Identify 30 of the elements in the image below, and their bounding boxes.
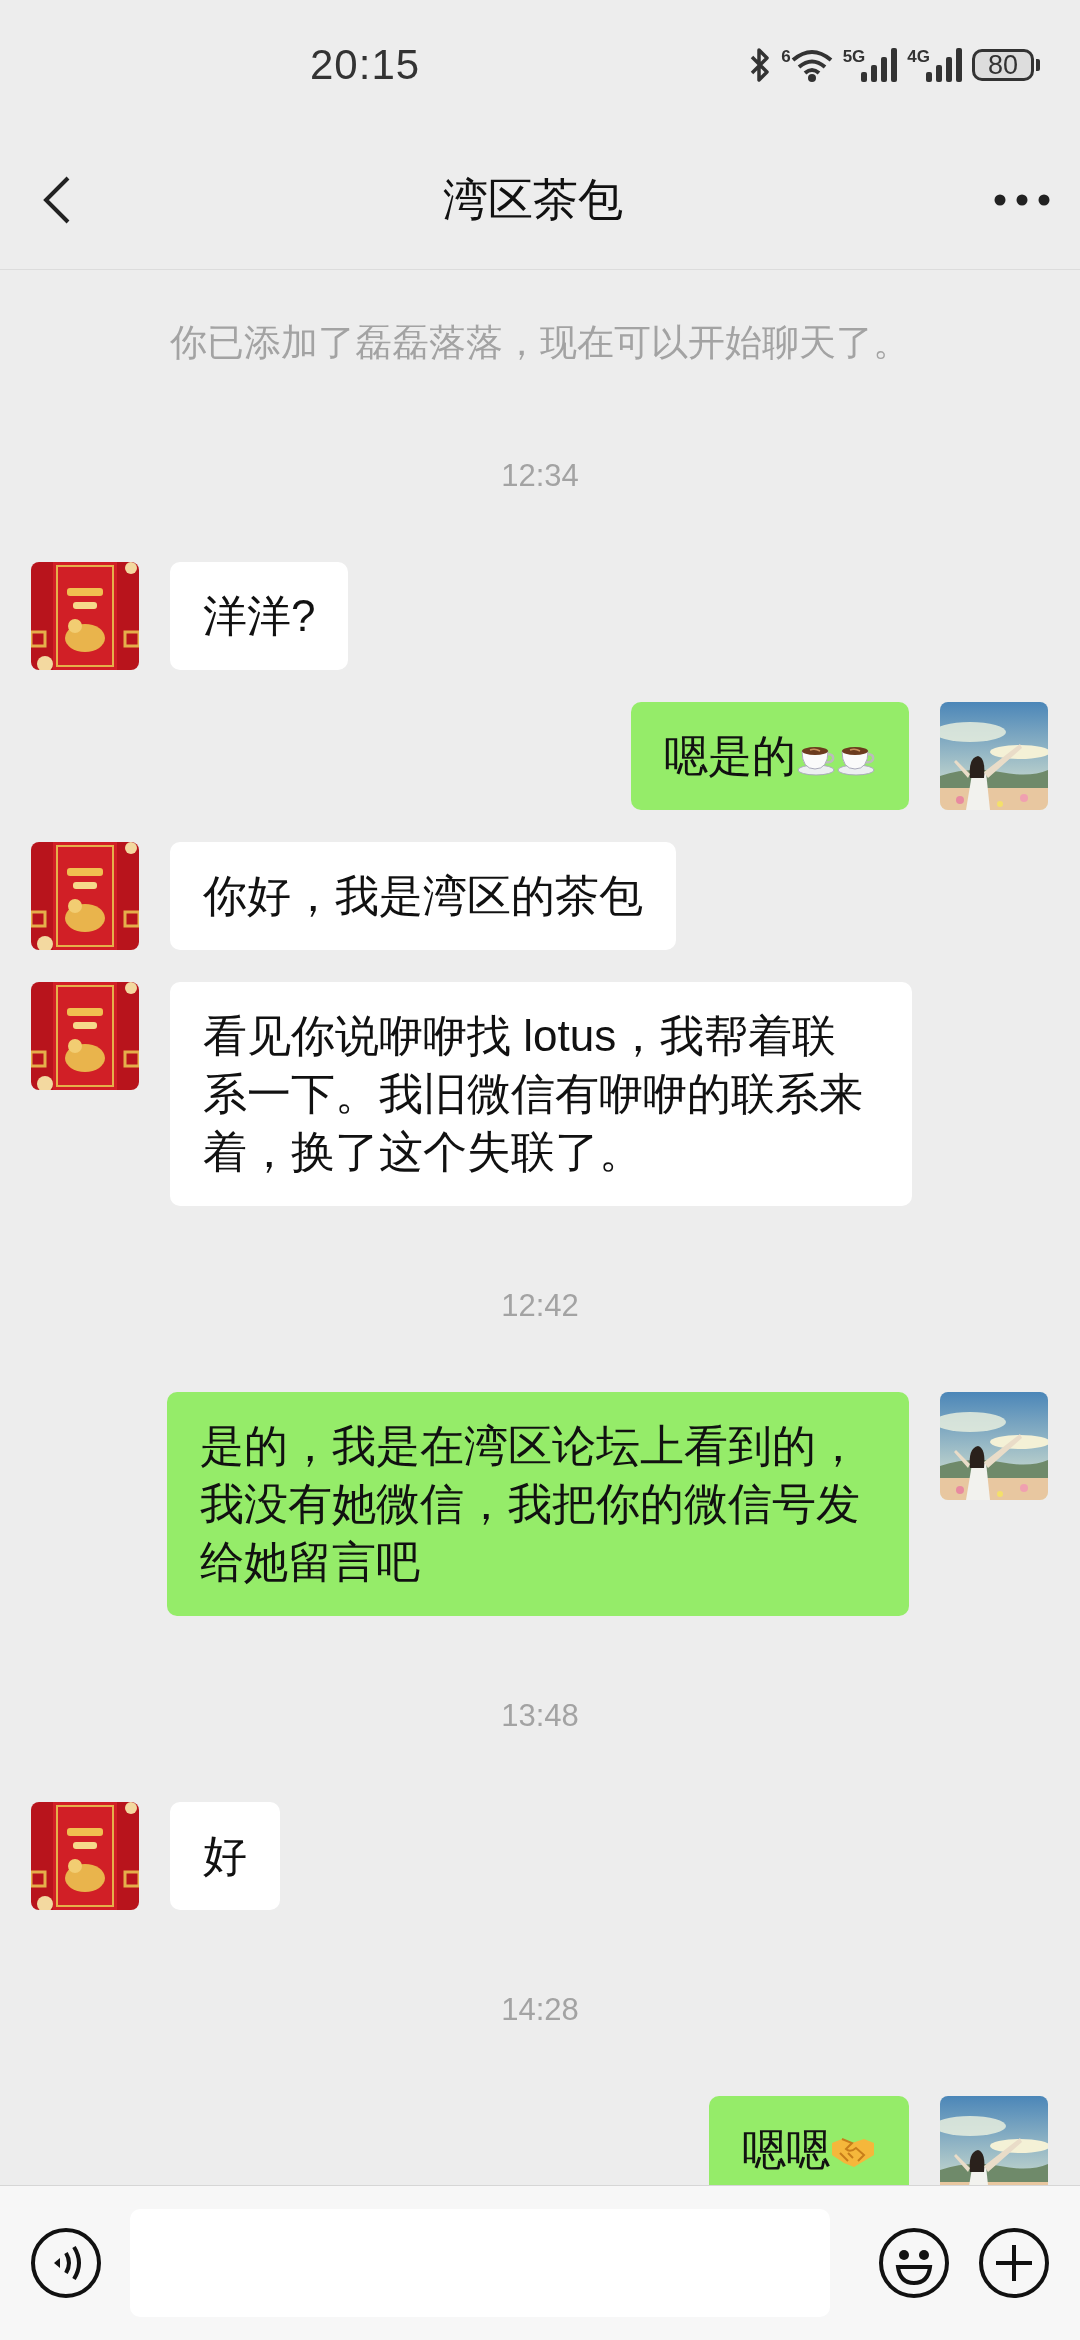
back-button[interactable] bbox=[42, 174, 72, 225]
plus-icon bbox=[978, 2227, 1050, 2299]
voice-icon bbox=[30, 2227, 102, 2299]
system-notice: 你已添加了磊磊落落，现在可以开始聊天了。 bbox=[170, 323, 910, 363]
network-label: 5G bbox=[842, 48, 866, 66]
smiley-icon bbox=[878, 2227, 950, 2299]
message-bubble: 是的，我是在湾区论坛上看到的，我没有她微信，我把你的微信号发给她留言吧 bbox=[167, 1392, 909, 1616]
status-time: 20:15 bbox=[310, 41, 421, 89]
add-button[interactable] bbox=[978, 2227, 1050, 2299]
message-time: 12:42 bbox=[501, 1287, 579, 1325]
more-icon bbox=[994, 193, 1050, 206]
message-bubble: 嗯是的 bbox=[631, 702, 909, 810]
chat-title: 湾区茶包 bbox=[442, 172, 624, 227]
message-time: 14:28 bbox=[501, 1991, 579, 2029]
message-bubble: 看见你说咿咿找 lotus，我帮着联系一下。我旧微信有咿咿的联系来着，换了这个失联了。 bbox=[170, 982, 912, 1206]
bluetooth-icon bbox=[749, 47, 772, 83]
message-time: 13:48 bbox=[501, 1697, 579, 1735]
back-icon bbox=[42, 174, 72, 225]
message-bubble: 好 bbox=[170, 1802, 280, 1910]
message-bubble: 你好，我是湾区的茶包 bbox=[170, 842, 676, 950]
message-bubble: 嗯嗯 bbox=[709, 2096, 909, 2185]
network-label: 4G bbox=[907, 48, 930, 66]
wifi-label: 6 bbox=[781, 48, 791, 66]
more-button[interactable] bbox=[994, 193, 1050, 206]
emoji-button[interactable] bbox=[878, 2227, 950, 2299]
message-time: 12:34 bbox=[501, 457, 579, 495]
battery-level: 80 bbox=[972, 49, 1034, 81]
voice-button[interactable] bbox=[30, 2227, 102, 2299]
message-bubble: 洋洋? bbox=[170, 562, 349, 670]
wifi-icon bbox=[790, 48, 833, 82]
